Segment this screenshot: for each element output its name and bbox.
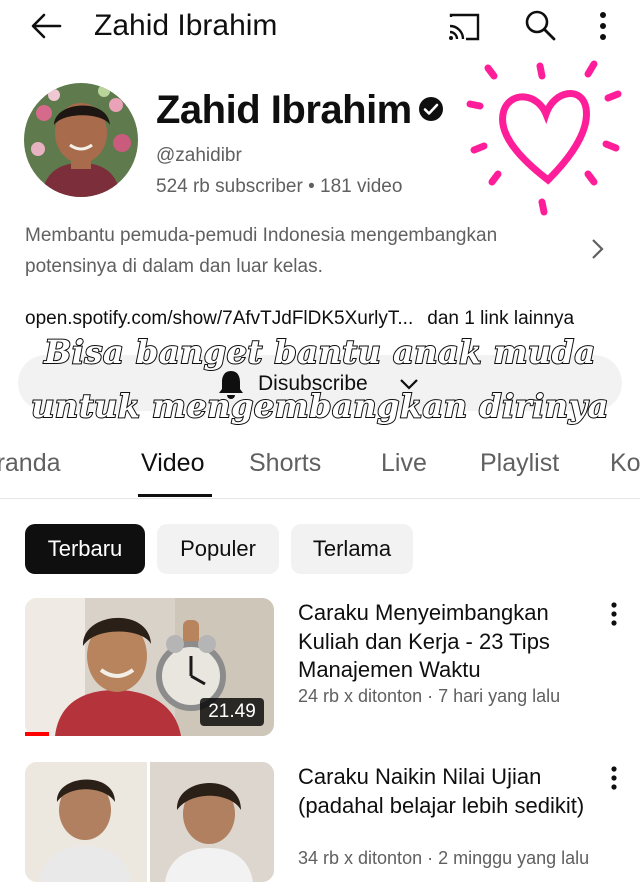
tab-playlist[interactable]: Playlist: [480, 447, 559, 479]
tab-video[interactable]: Video: [141, 447, 205, 479]
tab-live[interactable]: Live: [381, 447, 427, 479]
more-options-icon[interactable]: [588, 6, 618, 46]
video-meta: 24 rb x ditonton · 7 hari yang lalu: [298, 686, 561, 706]
chevron-right-icon[interactable]: [586, 236, 608, 262]
video-meta: 34 rb x ditonton · 2 minggu yang lalu: [298, 848, 590, 868]
watch-progress-bar: [25, 732, 49, 736]
channel-tabs: Beranda Video Shorts Live Playlist Komun…: [0, 438, 640, 499]
video-more-icon[interactable]: [604, 600, 624, 630]
active-tab-indicator: [138, 494, 212, 497]
channel-description[interactable]: Membantu pemuda-pemudi Indonesia mengemb…: [25, 220, 555, 282]
video-more-icon[interactable]: [604, 764, 624, 794]
channel-links[interactable]: open.spotify.com/show/7AfvTJdFlDK5XurlyT…: [25, 306, 574, 332]
video-title[interactable]: Caraku Menyeimbangkan Kuliah dan Kerja -…: [298, 599, 598, 685]
channel-avatar[interactable]: [24, 83, 138, 197]
page-title: Zahid Ibrahim: [94, 9, 278, 42]
channel-stats: 524 rb subscriber • 181 video: [156, 176, 403, 197]
channel-name: Zahid Ibrahim: [156, 88, 412, 132]
channel-handle: @zahidibr: [156, 145, 242, 166]
caption-line-2: untuk mengembangkan dirinya: [30, 386, 609, 426]
tab-beranda[interactable]: Beranda: [0, 447, 61, 479]
back-arrow-icon[interactable]: [26, 8, 66, 44]
chip-terlama[interactable]: Terlama: [291, 524, 413, 574]
chip-terbaru[interactable]: Terbaru: [25, 524, 145, 574]
verified-badge-icon: [419, 97, 443, 121]
tab-komunitas[interactable]: Komunitas: [610, 447, 640, 479]
chip-populer[interactable]: Populer: [157, 524, 279, 574]
video-thumbnail[interactable]: [25, 762, 274, 882]
more-links[interactable]: dan 1 link lainnya: [427, 308, 574, 329]
video-duration: 21.49: [200, 698, 264, 726]
search-icon[interactable]: [520, 6, 560, 44]
caption-line-1: Bisa banget bantu anak muda: [43, 332, 596, 372]
channel-link[interactable]: open.spotify.com/show/7AfvTJdFlDK5XurlyT…: [25, 308, 413, 329]
tab-shorts[interactable]: Shorts: [249, 447, 321, 479]
cast-icon[interactable]: [444, 9, 484, 43]
heart-sticker-icon: [466, 60, 622, 216]
video-title[interactable]: Caraku Naikin Nilai Ujian (padahal belaj…: [298, 763, 598, 820]
